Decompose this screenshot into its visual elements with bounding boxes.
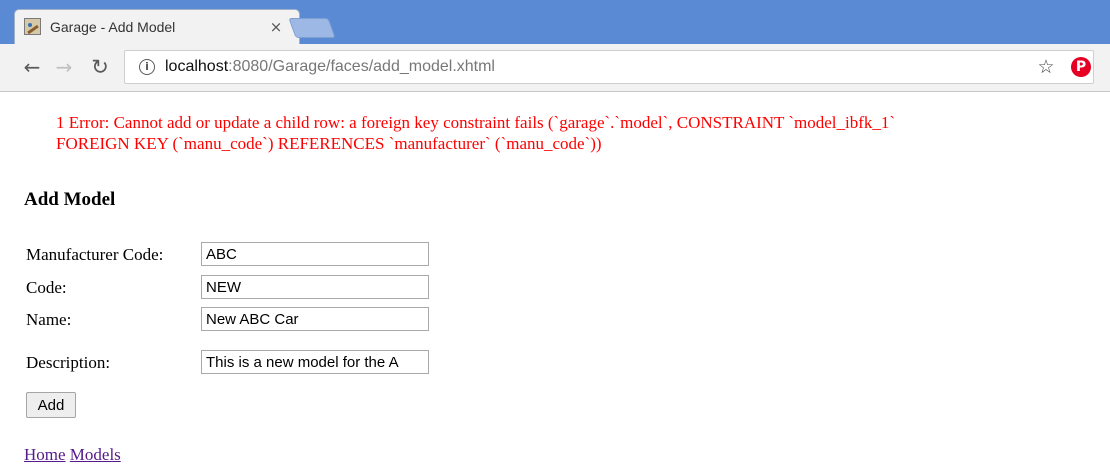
pinterest-icon[interactable]: P: [1071, 57, 1091, 77]
garage-favicon-icon: [24, 18, 41, 35]
forward-arrow-icon[interactable]: →: [52, 55, 76, 79]
error-line-1: 1 Error: Cannot add or update a child ro…: [56, 112, 1110, 133]
close-tab-icon[interactable]: ×: [266, 18, 286, 36]
browser-toolbar: ← → ↻ i localhost:8080/Garage/faces/add_…: [0, 44, 1110, 92]
info-icon[interactable]: i: [139, 59, 155, 75]
page-content: 1 Error: Cannot add or update a child ro…: [0, 93, 1110, 467]
error-messages: 1 Error: Cannot add or update a child ro…: [56, 112, 1110, 154]
url-text[interactable]: localhost:8080/Garage/faces/add_model.xh…: [165, 58, 495, 76]
browser-tab-content[interactable]: Garage - Add Model ×: [24, 9, 294, 44]
footer-links: Home Models: [24, 445, 121, 465]
manufacturer-code-label: Manufacturer Code:: [26, 245, 164, 264]
url-host: localhost: [165, 58, 229, 75]
back-arrow-icon[interactable]: ←: [20, 55, 44, 79]
bookmark-star-icon[interactable]: ☆: [1035, 56, 1057, 78]
code-input[interactable]: [201, 275, 429, 299]
reload-icon[interactable]: ↻: [88, 55, 112, 79]
name-input[interactable]: [201, 307, 429, 331]
tab-title: Garage - Add Model: [50, 18, 176, 35]
models-link[interactable]: Models: [70, 445, 121, 464]
add-button[interactable]: Add: [26, 392, 76, 418]
description-label: Description:: [26, 353, 111, 372]
name-label: Name:: [26, 310, 72, 329]
page-title: Add Model: [24, 189, 116, 210]
error-line-2: FOREIGN KEY (`manu_code`) REFERENCES `ma…: [56, 133, 1110, 154]
new-tab-button[interactable]: [288, 18, 336, 38]
home-link[interactable]: Home: [24, 445, 66, 464]
url-path: :8080/Garage/faces/add_model.xhtml: [228, 58, 495, 75]
address-bar[interactable]: i localhost:8080/Garage/faces/add_model.…: [124, 50, 1094, 84]
code-label: Code:: [26, 278, 67, 297]
manufacturer-code-input[interactable]: [201, 242, 429, 266]
description-input[interactable]: [201, 350, 429, 374]
browser-tab-strip: Garage - Add Model ×: [0, 0, 1110, 45]
